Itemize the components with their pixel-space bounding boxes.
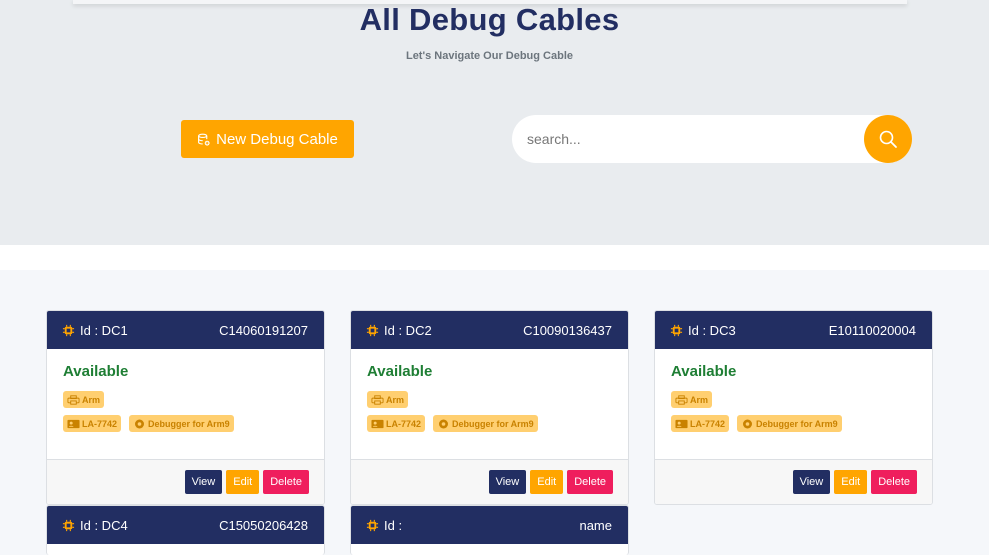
delete-button[interactable]: Delete [871, 470, 917, 494]
card-id: Id : [384, 517, 403, 533]
delete-button[interactable]: Delete [263, 470, 309, 494]
badge-label: Debugger for Arm9 [756, 418, 838, 429]
new-debug-cable-button[interactable]: New Debug Cable [181, 120, 354, 158]
gear-icon [743, 419, 753, 428]
card-serial: name [579, 517, 612, 533]
architecture-badge: Arm [367, 391, 409, 408]
badge-label: Arm [690, 394, 709, 405]
card-serial: C10090136437 [523, 322, 612, 338]
badge-label: Debugger for Arm9 [452, 418, 534, 429]
card-header: Id : DC1 C14060191207 [47, 311, 324, 349]
card-id: Id : DC3 [688, 322, 736, 338]
card-header: Id : name [351, 506, 628, 544]
type-badge: Debugger for Arm9 [737, 415, 842, 432]
card-header: Id : DC3 E10110020004 [655, 311, 932, 349]
id-card-icon [371, 419, 384, 428]
view-button[interactable]: View [488, 470, 527, 494]
debug-cable-card: Id : DC4 C15050206428 [46, 505, 325, 555]
search-icon [879, 130, 897, 148]
card-id: Id : DC1 [80, 322, 128, 338]
card-serial: C14060191207 [219, 322, 308, 338]
id-card-icon [67, 419, 80, 428]
search-box [512, 115, 912, 163]
gear-icon [135, 419, 145, 428]
model-badge: LA-7742 [63, 415, 122, 432]
status-text: Available [671, 363, 737, 380]
card-body: Available Arm LA-7742 Debugger for Arm9 [47, 349, 324, 460]
edit-button[interactable]: Edit [834, 470, 868, 494]
architecture-badge: Arm [63, 391, 105, 408]
type-badge: Debugger for Arm9 [129, 415, 234, 432]
debug-cable-card: Id : name [350, 505, 629, 555]
card-body: Available Arm LA-7742 Debugger for Arm9 [351, 349, 628, 460]
model-badge: LA-7742 [367, 415, 426, 432]
id-card-icon [675, 419, 688, 428]
delete-button[interactable]: Delete [567, 470, 613, 494]
badge-label: LA-7742 [690, 418, 726, 429]
new-debug-cable-label: New Debug Cable [216, 130, 338, 148]
chip-icon [366, 519, 379, 531]
printer-icon [67, 394, 80, 405]
card-id: Id : DC4 [80, 517, 128, 533]
page-subtitle: Let's Navigate Our Debug Cable [405, 50, 574, 62]
badge-label: LA-7742 [82, 418, 118, 429]
badge-label: Arm [386, 394, 405, 405]
page-title: All Debug Cables [359, 2, 620, 37]
search-button[interactable] [864, 115, 912, 163]
view-button[interactable]: View [184, 470, 223, 494]
debug-cable-card: Id : DC1 C14060191207 Available Arm LA-7… [46, 310, 325, 505]
card-footer: View Edit Delete [655, 460, 932, 504]
hero-section: All Debug Cables Let's Navigate Our Debu… [0, 0, 989, 245]
edit-button[interactable]: Edit [226, 470, 260, 494]
debug-cable-card: Id : DC2 C10090136437 Available Arm LA-7… [350, 310, 629, 505]
card-serial: C15050206428 [219, 517, 308, 533]
chip-icon [670, 324, 683, 336]
badge-label: Arm [82, 394, 101, 405]
chip-icon [62, 519, 75, 531]
card-footer: View Edit Delete [47, 460, 324, 504]
card-header: Id : DC4 C15050206428 [47, 506, 324, 544]
chip-icon [366, 324, 379, 336]
database-add-icon [198, 133, 210, 146]
badge-label: Debugger for Arm9 [148, 418, 230, 429]
debug-cable-card: Id : DC3 E10110020004 Available Arm LA-7… [654, 310, 933, 505]
search-input[interactable] [527, 123, 857, 155]
card-id: Id : DC2 [384, 322, 432, 338]
card-body: Available Arm LA-7742 Debugger for Arm9 [655, 349, 932, 460]
architecture-badge: Arm [671, 391, 713, 408]
printer-icon [371, 394, 384, 405]
type-badge: Debugger for Arm9 [433, 415, 538, 432]
card-serial: E10110020004 [828, 322, 916, 338]
section-divider [0, 245, 989, 270]
status-text: Available [367, 363, 433, 380]
card-footer: View Edit Delete [351, 460, 628, 504]
printer-icon [675, 394, 688, 405]
status-text: Available [63, 363, 129, 380]
card-header: Id : DC2 C10090136437 [351, 311, 628, 349]
model-badge: LA-7742 [671, 415, 730, 432]
gear-icon [439, 419, 449, 428]
edit-button[interactable]: Edit [530, 470, 564, 494]
view-button[interactable]: View [792, 470, 831, 494]
badge-label: LA-7742 [386, 418, 422, 429]
chip-icon [62, 324, 75, 336]
